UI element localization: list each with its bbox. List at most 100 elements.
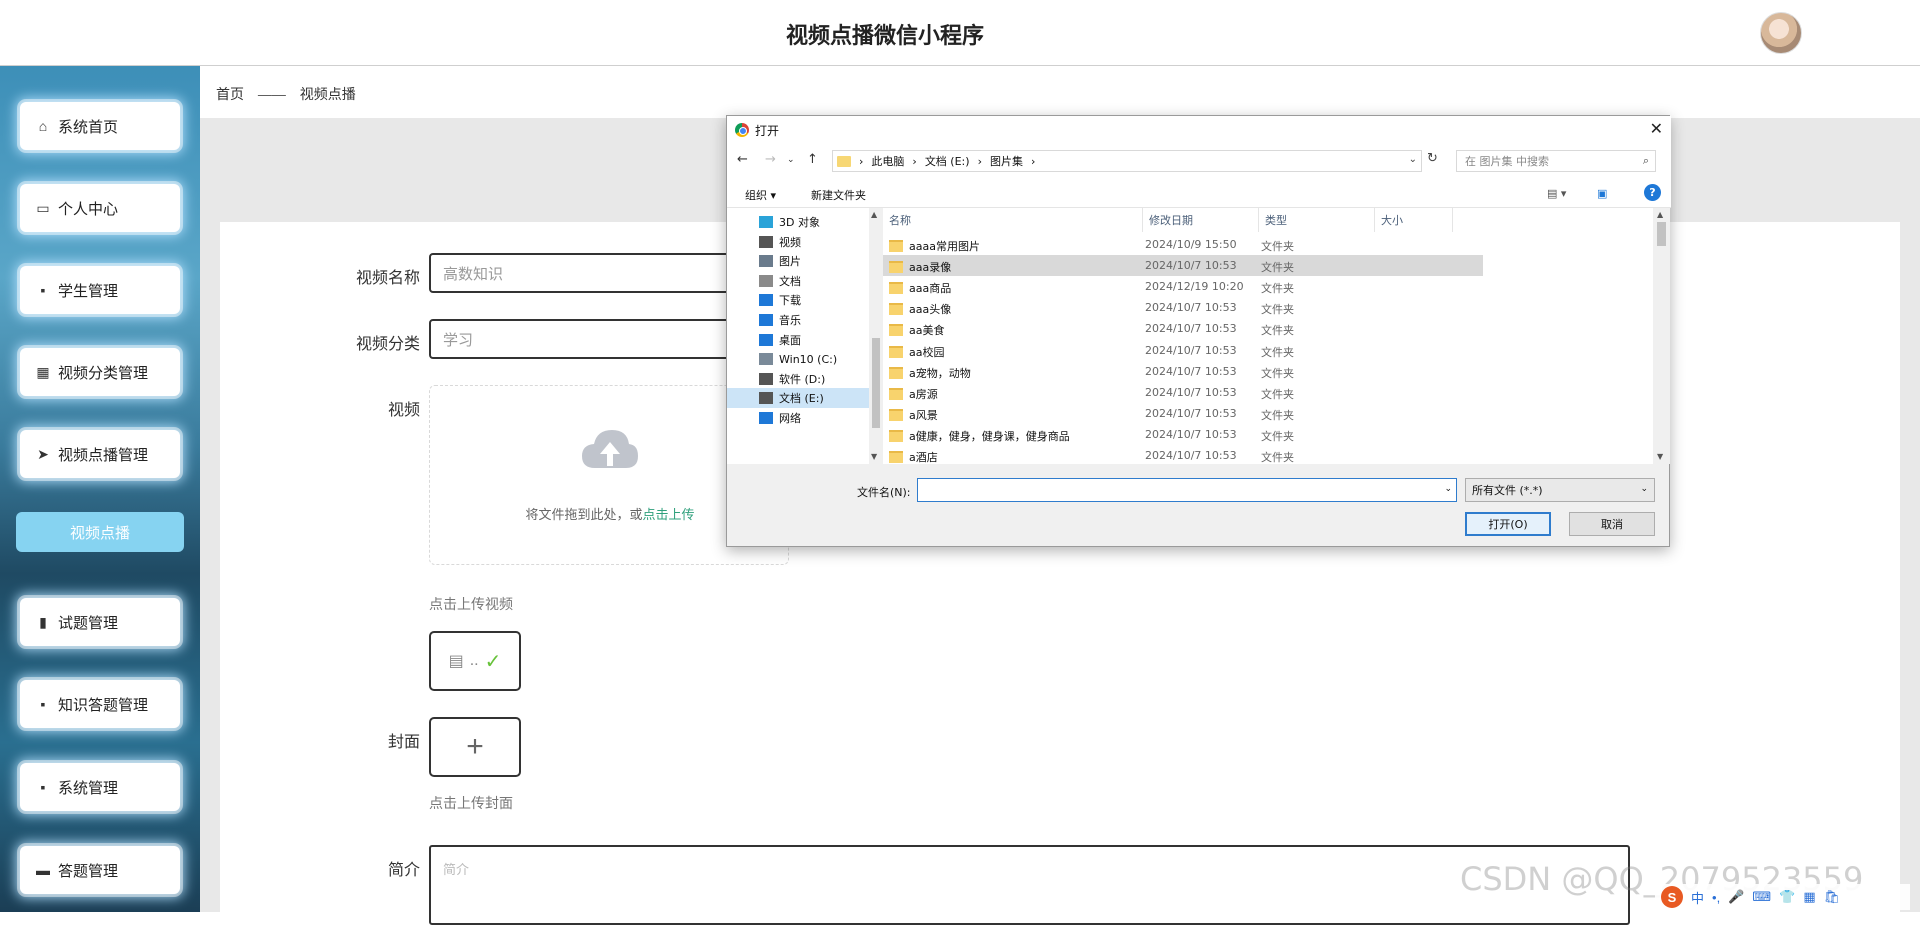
nav-item[interactable]: 视频	[759, 232, 867, 252]
filetype-select[interactable]: 所有文件 (*.*) ⌄	[1465, 478, 1655, 502]
nav-item[interactable]: 文档 (E:)	[727, 388, 869, 409]
nav-item[interactable]: 音乐	[759, 310, 867, 330]
scroll-down-icon[interactable]: ▼	[1657, 452, 1663, 461]
nav-item-label: 文档 (E:)	[779, 392, 824, 406]
nav-scrollbar[interactable]: ▲ ▼	[869, 208, 883, 464]
nav-item-icon	[759, 392, 773, 405]
tray-item-4[interactable]: 👕	[1779, 889, 1795, 905]
new-folder-button[interactable]: 新建文件夹	[811, 187, 866, 203]
file-row[interactable]: aaaa常用图片 2024/10/9 15:50 文件夹	[883, 234, 1483, 255]
nav-item-label: 文档	[779, 274, 801, 288]
sidebar-item-home[interactable]: ⌂ 系统首页	[20, 102, 180, 150]
sidebar-item-question-management[interactable]: ▮ 试题管理	[20, 598, 180, 646]
back-arrow-icon[interactable]: ←	[737, 152, 748, 167]
file-type: 文件夹	[1261, 240, 1294, 253]
sidebar-item-video-category-management[interactable]: ▦ 视频分类管理	[20, 348, 180, 396]
sidebar-subitem-vod[interactable]: 视频点播	[16, 512, 184, 552]
scroll-down-icon[interactable]: ▼	[871, 452, 877, 461]
forward-arrow-icon[interactable]: →	[765, 152, 776, 167]
open-button[interactable]: 打开(O)	[1465, 512, 1551, 536]
nav-item[interactable]: 网络	[759, 408, 867, 428]
up-arrow-icon[interactable]: ↑	[807, 152, 818, 167]
file-name-cell: aaaa常用图片	[889, 238, 980, 254]
search-placeholder: 在 图片集 中搜索	[1465, 155, 1549, 168]
chevron-down-icon[interactable]: ⌄	[1444, 484, 1452, 494]
chevron-down-icon: ⌄	[1640, 484, 1648, 494]
dialog-title: 打开	[755, 123, 780, 138]
ime-tray: S 中 •, 🎤 ⌨ 👕 ▦ 🛍	[1655, 884, 1910, 910]
address-crumb-pc[interactable]: 此电脑	[871, 153, 904, 169]
sidebar: ⌂ 系统首页 ▭ 个人中心 ▪ 学生管理 ▦ 视频分类管理 ➤ 视频点播管理 视频点播 ▮…	[0, 66, 200, 912]
file-scroll-thumb[interactable]	[1657, 222, 1666, 246]
tray-item-0[interactable]: 中	[1691, 888, 1704, 907]
cover-upload-button[interactable]: +	[429, 717, 521, 777]
tray-item-3[interactable]: ⌨	[1752, 889, 1771, 905]
video-category-value: 学习	[443, 331, 474, 349]
view-options-icon[interactable]: ▤ ▾	[1547, 187, 1566, 200]
breadcrumb-home[interactable]: 首页	[216, 86, 244, 102]
tray-item-6[interactable]: 🛍	[1824, 889, 1841, 905]
scroll-up-icon[interactable]: ▲	[1657, 210, 1663, 219]
file-row[interactable]: a酒店 2024/10/7 10:53 文件夹	[883, 445, 1483, 464]
folder-icon	[889, 429, 903, 442]
nav-item[interactable]: Win10 (C:)	[759, 349, 867, 369]
nav-item[interactable]: 软件 (D:)	[759, 369, 867, 389]
file-row[interactable]: aaa商品 2024/12/19 10:20 文件夹	[883, 276, 1483, 297]
help-icon[interactable]: ?	[1644, 184, 1661, 201]
column-size[interactable]: 大小	[1375, 208, 1453, 232]
sidebar-item-personal-center[interactable]: ▭ 个人中心	[20, 184, 180, 232]
file-row[interactable]: a风景 2024/10/7 10:53 文件夹	[883, 403, 1483, 424]
search-input[interactable]: 在 图片集 中搜索 ⌕	[1456, 150, 1656, 172]
tray-item-2[interactable]: 🎤	[1728, 889, 1744, 905]
tray-item-1[interactable]: •,	[1712, 890, 1720, 905]
nav-item[interactable]: 桌面	[759, 330, 867, 350]
file-row[interactable]: a宠物，动物 2024/10/7 10:53 文件夹	[883, 361, 1483, 382]
sidebar-item-quiz-management[interactable]: ▪ 知识答题管理	[20, 680, 180, 728]
sidebar-item-label: 视频点播管理	[58, 446, 149, 464]
filename-input[interactable]: ⌄	[917, 478, 1457, 502]
file-row[interactable]: aa美食 2024/10/7 10:53 文件夹	[883, 318, 1483, 339]
sidebar-item-answer-management[interactable]: ▬ 答题管理	[20, 846, 180, 894]
chevron-down-icon[interactable]: ⌄	[1409, 154, 1417, 165]
file-list-scrollbar[interactable]: ▲ ▼	[1653, 208, 1670, 464]
file-row[interactable]: aaa头像 2024/10/7 10:53 文件夹	[883, 297, 1483, 318]
address-bar[interactable]: › 此电脑 › 文档 (E:) › 图片集 › ⌄	[832, 150, 1422, 172]
cancel-button[interactable]: 取消	[1569, 512, 1655, 536]
uploaded-file-card[interactable]: ▤ .. ✓	[429, 631, 521, 691]
file-row[interactable]: a房源 2024/10/7 10:53 文件夹	[883, 382, 1483, 403]
folder-icon	[889, 451, 903, 463]
refresh-icon[interactable]: ↻	[1427, 151, 1438, 166]
column-type[interactable]: 类型	[1259, 208, 1375, 232]
nav-item[interactable]: 图片	[759, 251, 867, 271]
recent-chevron-icon[interactable]: ⌄	[787, 155, 795, 165]
sidebar-item-label: 视频点播	[69, 524, 130, 542]
sidebar-item-system-management[interactable]: ▪ 系统管理	[20, 763, 180, 811]
close-icon[interactable]: ✕	[1650, 119, 1663, 138]
dialog-title-bar: 打开 ✕	[727, 116, 1671, 144]
sidebar-item-student-management[interactable]: ▪ 学生管理	[20, 266, 180, 314]
sogou-logo-icon[interactable]: S	[1661, 886, 1683, 908]
file-row[interactable]: a健康，健身，健身课，健身商品 2024/10/7 10:53 文件夹	[883, 424, 1483, 445]
file-row[interactable]: aa校园 2024/10/7 10:53 文件夹	[883, 340, 1483, 361]
address-crumb-folder[interactable]: 图片集	[990, 153, 1023, 169]
nav-item[interactable]: 3D 对象	[759, 212, 867, 232]
home-icon: ⌂	[38, 118, 48, 134]
sidebar-item-label: 学生管理	[58, 282, 119, 300]
file-name-cell: a健康，健身，健身课，健身商品	[889, 428, 1070, 444]
nav-scroll-thumb[interactable]	[872, 338, 880, 428]
preview-pane-icon[interactable]: ▣	[1597, 187, 1607, 200]
file-row[interactable]: aaa录像 2024/10/7 10:53 文件夹	[883, 255, 1483, 277]
nav-item[interactable]: 文档	[759, 271, 867, 291]
nav-item[interactable]: 下载	[759, 290, 867, 310]
scroll-up-icon[interactable]: ▲	[871, 210, 877, 219]
column-name[interactable]: 名称	[883, 208, 1143, 232]
intro-textarea[interactable]: 简介	[429, 845, 1630, 925]
tray-item-5[interactable]: ▦	[1803, 889, 1815, 905]
column-date[interactable]: 修改日期	[1143, 208, 1259, 232]
organize-button[interactable]: 组织 ▾	[745, 187, 776, 203]
upload-click-link[interactable]: 点击上传	[643, 507, 695, 522]
sidebar-item-vod-management[interactable]: ➤ 视频点播管理	[20, 430, 180, 478]
file-date: 2024/10/9 15:50	[1145, 238, 1237, 251]
avatar[interactable]	[1760, 12, 1802, 54]
address-crumb-drive[interactable]: 文档 (E:)	[925, 153, 970, 169]
